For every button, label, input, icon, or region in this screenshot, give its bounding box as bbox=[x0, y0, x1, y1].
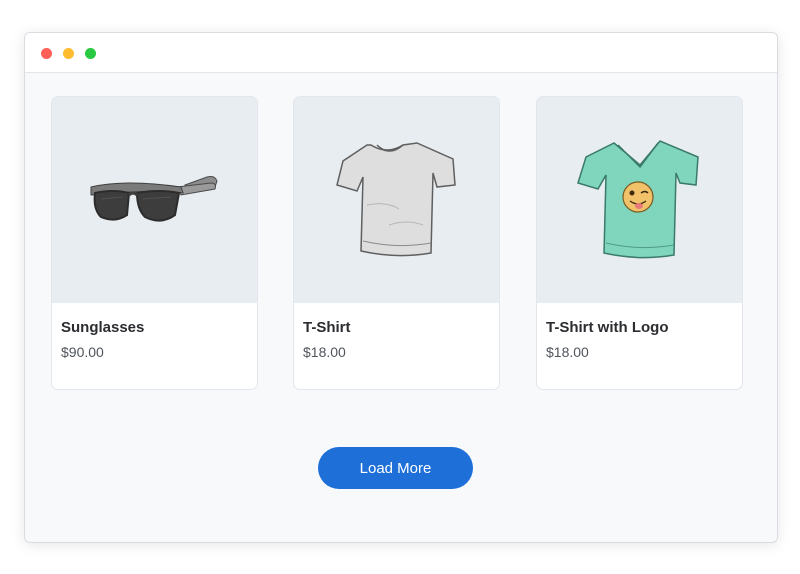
product-name[interactable]: Sunglasses bbox=[61, 319, 144, 336]
window-titlebar bbox=[25, 33, 777, 73]
product-name[interactable]: T-Shirt with Logo bbox=[546, 319, 668, 336]
product-card-tshirt[interactable]: T-Shirt $18.00 bbox=[293, 96, 500, 390]
tshirt-image bbox=[335, 142, 456, 257]
load-more-button[interactable]: Load More bbox=[318, 447, 473, 489]
sunglasses-image bbox=[90, 176, 218, 222]
product-image-container[interactable] bbox=[537, 97, 742, 303]
product-image-container[interactable] bbox=[52, 97, 257, 303]
product-image-container[interactable] bbox=[294, 97, 499, 303]
product-card-sunglasses[interactable]: Sunglasses $90.00 bbox=[51, 96, 258, 390]
product-card-tshirt-with-logo[interactable]: T-Shirt with Logo $18.00 bbox=[536, 96, 743, 390]
browser-window: Sunglasses $90.00 T-Shirt $18.00 T-Shirt… bbox=[24, 32, 778, 543]
minimize-window-button[interactable] bbox=[63, 48, 74, 59]
close-window-button[interactable] bbox=[41, 48, 52, 59]
product-price: $18.00 bbox=[546, 344, 589, 360]
product-name[interactable]: T-Shirt bbox=[303, 319, 351, 336]
product-price: $18.00 bbox=[303, 344, 346, 360]
maximize-window-button[interactable] bbox=[85, 48, 96, 59]
tshirt-with-logo-image bbox=[576, 140, 699, 259]
product-price: $90.00 bbox=[61, 344, 104, 360]
